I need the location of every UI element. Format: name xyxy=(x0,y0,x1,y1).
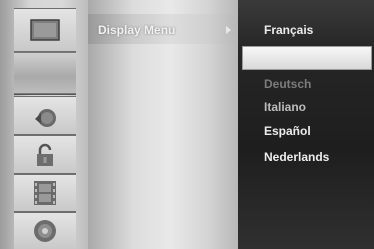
language-list: Français Deutsch Italiano Español Nederl… xyxy=(238,0,374,249)
sidebar-item-tv[interactable] xyxy=(14,8,76,52)
language-option-nederlands[interactable]: Nederlands xyxy=(264,150,329,164)
language-option-espanol[interactable]: Español xyxy=(264,124,311,138)
arrow-right-icon xyxy=(226,26,231,34)
sidebar-item-disc[interactable] xyxy=(14,212,76,249)
language-option-deutsch[interactable]: Deutsch xyxy=(264,77,311,91)
sidebar-item-display[interactable] xyxy=(14,52,76,94)
menu-title: Display Menu xyxy=(98,23,176,37)
film-icon xyxy=(34,181,56,205)
menu-title-area: Display Menu xyxy=(88,0,238,249)
disc-icon xyxy=(34,220,56,242)
sidebar-item-film[interactable] xyxy=(14,174,76,212)
language-option-francais[interactable]: Français xyxy=(264,23,313,37)
highlighted-language-row[interactable] xyxy=(242,46,372,70)
sidebar-item-lock[interactable] xyxy=(14,135,76,174)
speaker-icon xyxy=(35,108,56,127)
language-option-italiano[interactable]: Italiano xyxy=(264,100,306,114)
sidebar-item-audio[interactable] xyxy=(14,96,76,135)
lock-icon xyxy=(37,143,53,166)
dvd-setup-screen: Display Menu Français Deutsch Italiano E… xyxy=(0,0,374,249)
tv-icon xyxy=(30,19,60,41)
sidebar-divider xyxy=(14,94,76,95)
settings-sidebar xyxy=(0,0,88,249)
